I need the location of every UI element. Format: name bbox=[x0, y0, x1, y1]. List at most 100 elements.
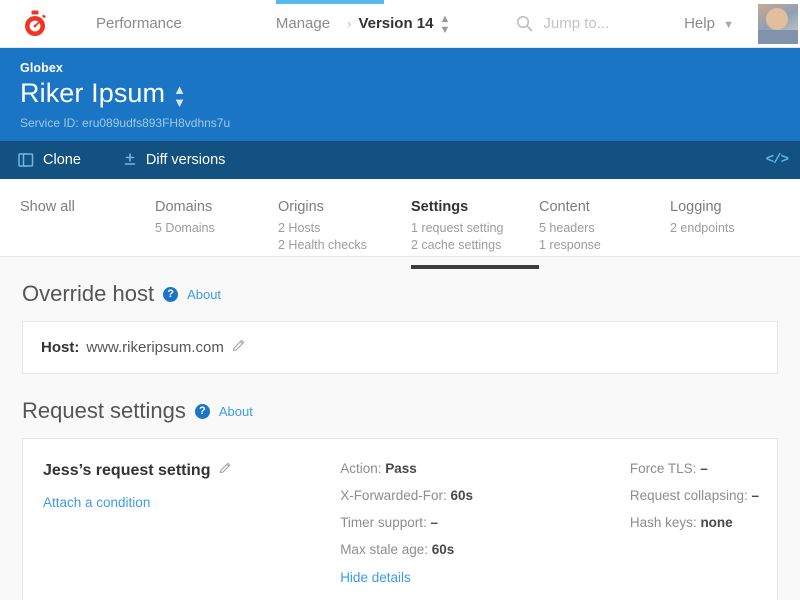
request-setting-details-left: Action: Pass X-Forwarded-For: 60s Timer … bbox=[340, 461, 630, 587]
tab-show-all-label: Show all bbox=[20, 199, 75, 215]
host-label: Host: bbox=[41, 339, 80, 356]
tab-content[interactable]: Content 5 headers 1 response bbox=[539, 191, 670, 256]
clone-icon bbox=[18, 152, 34, 168]
search-input[interactable]: Jump to... bbox=[543, 15, 609, 32]
detail-request-collapsing: Request collapsing: – bbox=[630, 488, 759, 503]
detail-action-value: Pass bbox=[385, 461, 417, 476]
avatar[interactable] bbox=[758, 3, 798, 44]
clone-label: Clone bbox=[43, 152, 81, 168]
request-settings-title: Request settings bbox=[22, 398, 186, 423]
detail-hash-keys-label: Hash keys: bbox=[629, 515, 697, 530]
breadcrumb-manage[interactable]: Manage bbox=[262, 0, 344, 48]
help-icon[interactable]: ? bbox=[163, 286, 179, 302]
host-row: Host: www.rikeripsum.com bbox=[23, 322, 777, 373]
request-setting-name: Jess’s request setting bbox=[43, 461, 211, 479]
detail-timer-support-value: – bbox=[430, 515, 438, 530]
detail-force-tls-label: Force TLS: bbox=[629, 461, 697, 476]
service-id-value: eru089udfs893FH8vdhns7u bbox=[82, 116, 231, 130]
tab-origins-label: Origins bbox=[278, 199, 324, 215]
service-selector-icon[interactable]: ▲ ▼ bbox=[173, 83, 186, 109]
diff-versions-button[interactable]: Diff versions bbox=[123, 152, 226, 168]
version-selector-icon[interactable]: ▲ ▼ bbox=[439, 13, 450, 36]
tab-settings[interactable]: Settings 1 request setting 2 cache setti… bbox=[411, 191, 539, 269]
request-setting-name-row: Jess’s request setting bbox=[43, 461, 340, 480]
breadcrumb: Manage › Version 14 ▲ ▼ bbox=[262, 0, 450, 48]
pencil-icon[interactable] bbox=[218, 461, 232, 480]
tab-content-sub-0: 5 headers bbox=[539, 221, 595, 235]
detail-force-tls: Force TLS: – bbox=[630, 461, 759, 476]
code-view-toggle-icon[interactable]: </> bbox=[766, 152, 789, 168]
detail-hash-keys: Hash keys: none bbox=[630, 515, 759, 530]
search-box[interactable]: Jump to... bbox=[516, 15, 609, 32]
detail-max-stale-age-label: Max stale age: bbox=[340, 542, 428, 557]
detail-hash-keys-value: none bbox=[700, 515, 733, 530]
detail-timer-support: Timer support: – bbox=[340, 515, 630, 530]
main-content: Override host ? About Host: www.rikerips… bbox=[0, 257, 800, 600]
search-icon bbox=[517, 15, 533, 32]
pencil-icon[interactable] bbox=[231, 338, 246, 357]
help-label: Help bbox=[684, 15, 715, 32]
tab-origins-sub-1: 2 Health checks bbox=[278, 238, 367, 252]
page-title: Riker Ipsum bbox=[20, 78, 166, 108]
clone-button[interactable]: Clone bbox=[18, 152, 81, 168]
top-navigation-bar: Performance Manage › Version 14 ▲ ▼ Jump … bbox=[0, 0, 800, 48]
tab-domains[interactable]: Domains 5 Domains bbox=[155, 191, 278, 256]
override-host-section-header: Override host ? About bbox=[0, 257, 800, 321]
tab-logging-sub-0: 2 endpoints bbox=[670, 221, 735, 235]
override-host-about-link[interactable]: About bbox=[187, 287, 221, 302]
request-setting-name-column: Jess’s request setting Attach a conditio… bbox=[41, 461, 340, 587]
request-settings-about-link[interactable]: About bbox=[219, 404, 253, 419]
detail-request-collapsing-label: Request collapsing: bbox=[629, 488, 748, 503]
tab-show-all[interactable]: Show all bbox=[20, 191, 155, 256]
tab-origins-sub-0: 2 Hosts bbox=[278, 221, 321, 235]
detail-request-collapsing-value: – bbox=[751, 488, 759, 503]
diff-versions-label: Diff versions bbox=[145, 152, 226, 168]
tab-domains-label: Domains bbox=[155, 199, 213, 215]
service-title-row: Riker Ipsum ▲ ▼ bbox=[20, 78, 800, 109]
detail-action-label: Action: bbox=[340, 461, 382, 476]
app-logo[interactable] bbox=[0, 0, 70, 48]
request-setting-row: Jess’s request setting Attach a conditio… bbox=[23, 439, 777, 600]
detail-max-stale-age-value: 60s bbox=[431, 542, 455, 557]
active-tab-underline bbox=[411, 265, 539, 269]
service-id: Service ID: eru089udfs893FH8vdhns7u bbox=[20, 116, 800, 130]
service-toolbar: Clone Diff versions </> bbox=[0, 141, 800, 179]
summary-tabs: Show all Domains 5 Domains Origins 2 Hos… bbox=[0, 179, 800, 269]
service-id-label: Service ID: bbox=[20, 116, 79, 130]
active-section-indicator bbox=[275, 0, 384, 4]
tab-settings-sub-1: 2 cache settings bbox=[411, 238, 502, 252]
nav-right-group: Help ▼ bbox=[684, 0, 800, 48]
request-settings-card: Jess’s request setting Attach a conditio… bbox=[22, 438, 778, 600]
diff-icon bbox=[123, 152, 137, 168]
attach-condition-link[interactable]: Attach a condition bbox=[43, 495, 150, 510]
breadcrumb-separator-icon: › bbox=[347, 16, 352, 31]
chevron-down-icon: ▼ bbox=[723, 19, 734, 31]
organization-name: Globex bbox=[20, 61, 63, 75]
tab-content-sub-1: 1 response bbox=[539, 238, 601, 252]
tab-settings-sub-0: 1 request setting bbox=[411, 221, 504, 235]
tab-content-label: Content bbox=[539, 199, 590, 215]
help-menu[interactable]: Help ▼ bbox=[684, 15, 742, 32]
nav-link-performance[interactable]: Performance bbox=[82, 0, 196, 48]
tab-logging-label: Logging bbox=[670, 199, 722, 215]
detail-force-tls-value: – bbox=[700, 461, 708, 476]
detail-max-stale-age: Max stale age: 60s bbox=[340, 542, 630, 557]
detail-xff-label: X-Forwarded-For: bbox=[340, 488, 447, 503]
override-host-title: Override host bbox=[22, 281, 155, 306]
tab-origins[interactable]: Origins 2 Hosts 2 Health checks bbox=[278, 191, 411, 256]
detail-action: Action: Pass bbox=[340, 461, 630, 476]
detail-xff-value: 60s bbox=[450, 488, 474, 503]
tab-settings-label: Settings bbox=[411, 199, 469, 215]
override-host-card: Host: www.rikeripsum.com bbox=[22, 321, 778, 374]
detail-timer-support-label: Timer support: bbox=[340, 515, 427, 530]
stopwatch-logo-icon bbox=[25, 10, 46, 36]
help-icon[interactable]: ? bbox=[194, 403, 210, 419]
request-setting-details-right: Force TLS: – Request collapsing: – Hash … bbox=[630, 461, 759, 587]
tab-logging[interactable]: Logging 2 endpoints bbox=[670, 191, 790, 256]
request-settings-section-header: Request settings ? About bbox=[0, 374, 800, 438]
hide-details-link[interactable]: Hide details bbox=[340, 570, 411, 585]
breadcrumb-version[interactable]: Version 14 bbox=[354, 15, 433, 32]
tab-domains-sub-0: 5 Domains bbox=[155, 221, 215, 235]
detail-xff: X-Forwarded-For: 60s bbox=[340, 488, 630, 503]
host-value: www.rikeripsum.com bbox=[86, 339, 224, 356]
